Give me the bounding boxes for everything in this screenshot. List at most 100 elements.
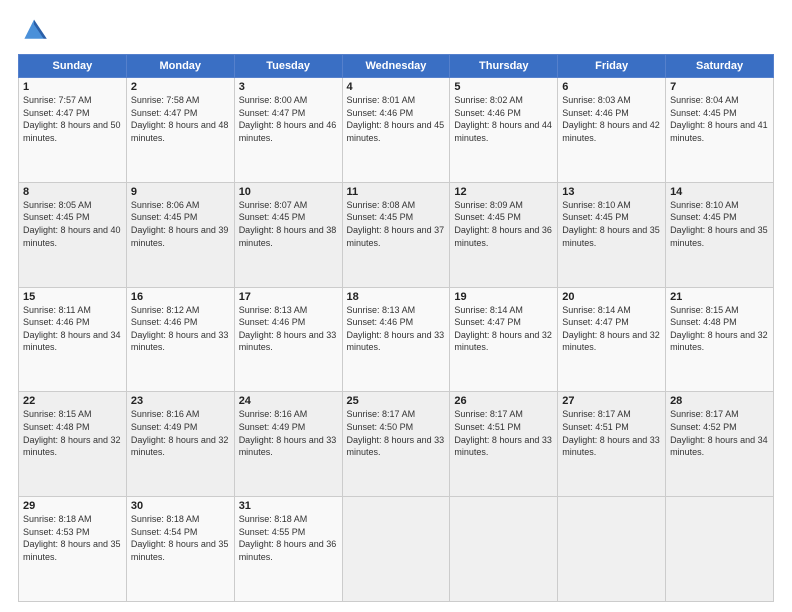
calendar-cell: 29Sunrise: 8:18 AMSunset: 4:53 PMDayligh… (19, 497, 127, 602)
day-info: Sunrise: 7:58 AMSunset: 4:47 PMDaylight:… (131, 94, 230, 144)
day-info: Sunrise: 8:04 AMSunset: 4:45 PMDaylight:… (670, 94, 769, 144)
calendar-cell: 20Sunrise: 8:14 AMSunset: 4:47 PMDayligh… (558, 287, 666, 392)
calendar-cell: 18Sunrise: 8:13 AMSunset: 4:46 PMDayligh… (342, 287, 450, 392)
calendar-cell: 1Sunrise: 7:57 AMSunset: 4:47 PMDaylight… (19, 78, 127, 183)
page: SundayMondayTuesdayWednesdayThursdayFrid… (0, 0, 792, 612)
day-number: 28 (670, 395, 769, 407)
day-info: Sunrise: 8:14 AMSunset: 4:47 PMDaylight:… (454, 304, 553, 354)
day-info: Sunrise: 8:17 AMSunset: 4:51 PMDaylight:… (454, 408, 553, 458)
calendar-week-row: 29Sunrise: 8:18 AMSunset: 4:53 PMDayligh… (19, 497, 774, 602)
day-info: Sunrise: 8:10 AMSunset: 4:45 PMDaylight:… (670, 199, 769, 249)
day-header: Friday (558, 55, 666, 78)
day-number: 10 (239, 186, 338, 198)
day-number: 29 (23, 500, 122, 512)
calendar-cell (342, 497, 450, 602)
day-info: Sunrise: 8:18 AMSunset: 4:55 PMDaylight:… (239, 513, 338, 563)
day-number: 30 (131, 500, 230, 512)
day-info: Sunrise: 8:15 AMSunset: 4:48 PMDaylight:… (670, 304, 769, 354)
calendar-cell: 2Sunrise: 7:58 AMSunset: 4:47 PMDaylight… (126, 78, 234, 183)
day-info: Sunrise: 8:18 AMSunset: 4:53 PMDaylight:… (23, 513, 122, 563)
day-info: Sunrise: 8:03 AMSunset: 4:46 PMDaylight:… (562, 94, 661, 144)
calendar-week-row: 8Sunrise: 8:05 AMSunset: 4:45 PMDaylight… (19, 182, 774, 287)
calendar-cell: 11Sunrise: 8:08 AMSunset: 4:45 PMDayligh… (342, 182, 450, 287)
day-info: Sunrise: 8:13 AMSunset: 4:46 PMDaylight:… (239, 304, 338, 354)
calendar-cell: 14Sunrise: 8:10 AMSunset: 4:45 PMDayligh… (666, 182, 774, 287)
day-info: Sunrise: 8:17 AMSunset: 4:52 PMDaylight:… (670, 408, 769, 458)
calendar-cell: 17Sunrise: 8:13 AMSunset: 4:46 PMDayligh… (234, 287, 342, 392)
day-number: 13 (562, 186, 661, 198)
day-number: 5 (454, 81, 553, 93)
calendar-cell: 13Sunrise: 8:10 AMSunset: 4:45 PMDayligh… (558, 182, 666, 287)
day-number: 17 (239, 291, 338, 303)
calendar-week-row: 15Sunrise: 8:11 AMSunset: 4:46 PMDayligh… (19, 287, 774, 392)
day-info: Sunrise: 8:01 AMSunset: 4:46 PMDaylight:… (347, 94, 446, 144)
calendar-week-row: 22Sunrise: 8:15 AMSunset: 4:48 PMDayligh… (19, 392, 774, 497)
calendar-cell: 28Sunrise: 8:17 AMSunset: 4:52 PMDayligh… (666, 392, 774, 497)
calendar-cell: 26Sunrise: 8:17 AMSunset: 4:51 PMDayligh… (450, 392, 558, 497)
calendar-cell: 4Sunrise: 8:01 AMSunset: 4:46 PMDaylight… (342, 78, 450, 183)
calendar-cell: 6Sunrise: 8:03 AMSunset: 4:46 PMDaylight… (558, 78, 666, 183)
calendar-cell: 5Sunrise: 8:02 AMSunset: 4:46 PMDaylight… (450, 78, 558, 183)
calendar-cell: 22Sunrise: 8:15 AMSunset: 4:48 PMDayligh… (19, 392, 127, 497)
calendar-header: SundayMondayTuesdayWednesdayThursdayFrid… (19, 55, 774, 78)
day-number: 26 (454, 395, 553, 407)
day-number: 14 (670, 186, 769, 198)
day-number: 18 (347, 291, 446, 303)
day-info: Sunrise: 8:08 AMSunset: 4:45 PMDaylight:… (347, 199, 446, 249)
calendar-cell: 12Sunrise: 8:09 AMSunset: 4:45 PMDayligh… (450, 182, 558, 287)
day-info: Sunrise: 8:14 AMSunset: 4:47 PMDaylight:… (562, 304, 661, 354)
day-info: Sunrise: 8:07 AMSunset: 4:45 PMDaylight:… (239, 199, 338, 249)
day-header: Sunday (19, 55, 127, 78)
day-info: Sunrise: 8:06 AMSunset: 4:45 PMDaylight:… (131, 199, 230, 249)
calendar-cell: 25Sunrise: 8:17 AMSunset: 4:50 PMDayligh… (342, 392, 450, 497)
day-header: Thursday (450, 55, 558, 78)
day-info: Sunrise: 8:00 AMSunset: 4:47 PMDaylight:… (239, 94, 338, 144)
calendar-cell: 24Sunrise: 8:16 AMSunset: 4:49 PMDayligh… (234, 392, 342, 497)
logo-icon (18, 16, 50, 44)
day-number: 31 (239, 500, 338, 512)
day-number: 25 (347, 395, 446, 407)
calendar-cell: 15Sunrise: 8:11 AMSunset: 4:46 PMDayligh… (19, 287, 127, 392)
calendar-cell: 8Sunrise: 8:05 AMSunset: 4:45 PMDaylight… (19, 182, 127, 287)
day-number: 12 (454, 186, 553, 198)
day-number: 21 (670, 291, 769, 303)
logo (18, 16, 54, 44)
calendar-cell: 21Sunrise: 8:15 AMSunset: 4:48 PMDayligh… (666, 287, 774, 392)
calendar-cell: 10Sunrise: 8:07 AMSunset: 4:45 PMDayligh… (234, 182, 342, 287)
day-number: 20 (562, 291, 661, 303)
day-number: 6 (562, 81, 661, 93)
day-number: 19 (454, 291, 553, 303)
day-info: Sunrise: 8:17 AMSunset: 4:51 PMDaylight:… (562, 408, 661, 458)
calendar-cell: 23Sunrise: 8:16 AMSunset: 4:49 PMDayligh… (126, 392, 234, 497)
day-number: 22 (23, 395, 122, 407)
calendar-cell: 30Sunrise: 8:18 AMSunset: 4:54 PMDayligh… (126, 497, 234, 602)
calendar-week-row: 1Sunrise: 7:57 AMSunset: 4:47 PMDaylight… (19, 78, 774, 183)
day-info: Sunrise: 8:05 AMSunset: 4:45 PMDaylight:… (23, 199, 122, 249)
day-info: Sunrise: 7:57 AMSunset: 4:47 PMDaylight:… (23, 94, 122, 144)
day-number: 24 (239, 395, 338, 407)
day-info: Sunrise: 8:12 AMSunset: 4:46 PMDaylight:… (131, 304, 230, 354)
day-info: Sunrise: 8:18 AMSunset: 4:54 PMDaylight:… (131, 513, 230, 563)
day-number: 7 (670, 81, 769, 93)
day-number: 15 (23, 291, 122, 303)
day-number: 2 (131, 81, 230, 93)
calendar-cell: 27Sunrise: 8:17 AMSunset: 4:51 PMDayligh… (558, 392, 666, 497)
header-row: SundayMondayTuesdayWednesdayThursdayFrid… (19, 55, 774, 78)
calendar-cell (666, 497, 774, 602)
day-number: 8 (23, 186, 122, 198)
day-number: 16 (131, 291, 230, 303)
day-info: Sunrise: 8:10 AMSunset: 4:45 PMDaylight:… (562, 199, 661, 249)
day-info: Sunrise: 8:09 AMSunset: 4:45 PMDaylight:… (454, 199, 553, 249)
calendar-cell: 19Sunrise: 8:14 AMSunset: 4:47 PMDayligh… (450, 287, 558, 392)
day-number: 3 (239, 81, 338, 93)
day-header: Monday (126, 55, 234, 78)
day-number: 23 (131, 395, 230, 407)
day-header: Saturday (666, 55, 774, 78)
day-info: Sunrise: 8:15 AMSunset: 4:48 PMDaylight:… (23, 408, 122, 458)
calendar-body: 1Sunrise: 7:57 AMSunset: 4:47 PMDaylight… (19, 78, 774, 602)
calendar-table: SundayMondayTuesdayWednesdayThursdayFrid… (18, 54, 774, 602)
day-number: 1 (23, 81, 122, 93)
calendar-cell: 31Sunrise: 8:18 AMSunset: 4:55 PMDayligh… (234, 497, 342, 602)
calendar-cell (558, 497, 666, 602)
calendar-cell: 16Sunrise: 8:12 AMSunset: 4:46 PMDayligh… (126, 287, 234, 392)
